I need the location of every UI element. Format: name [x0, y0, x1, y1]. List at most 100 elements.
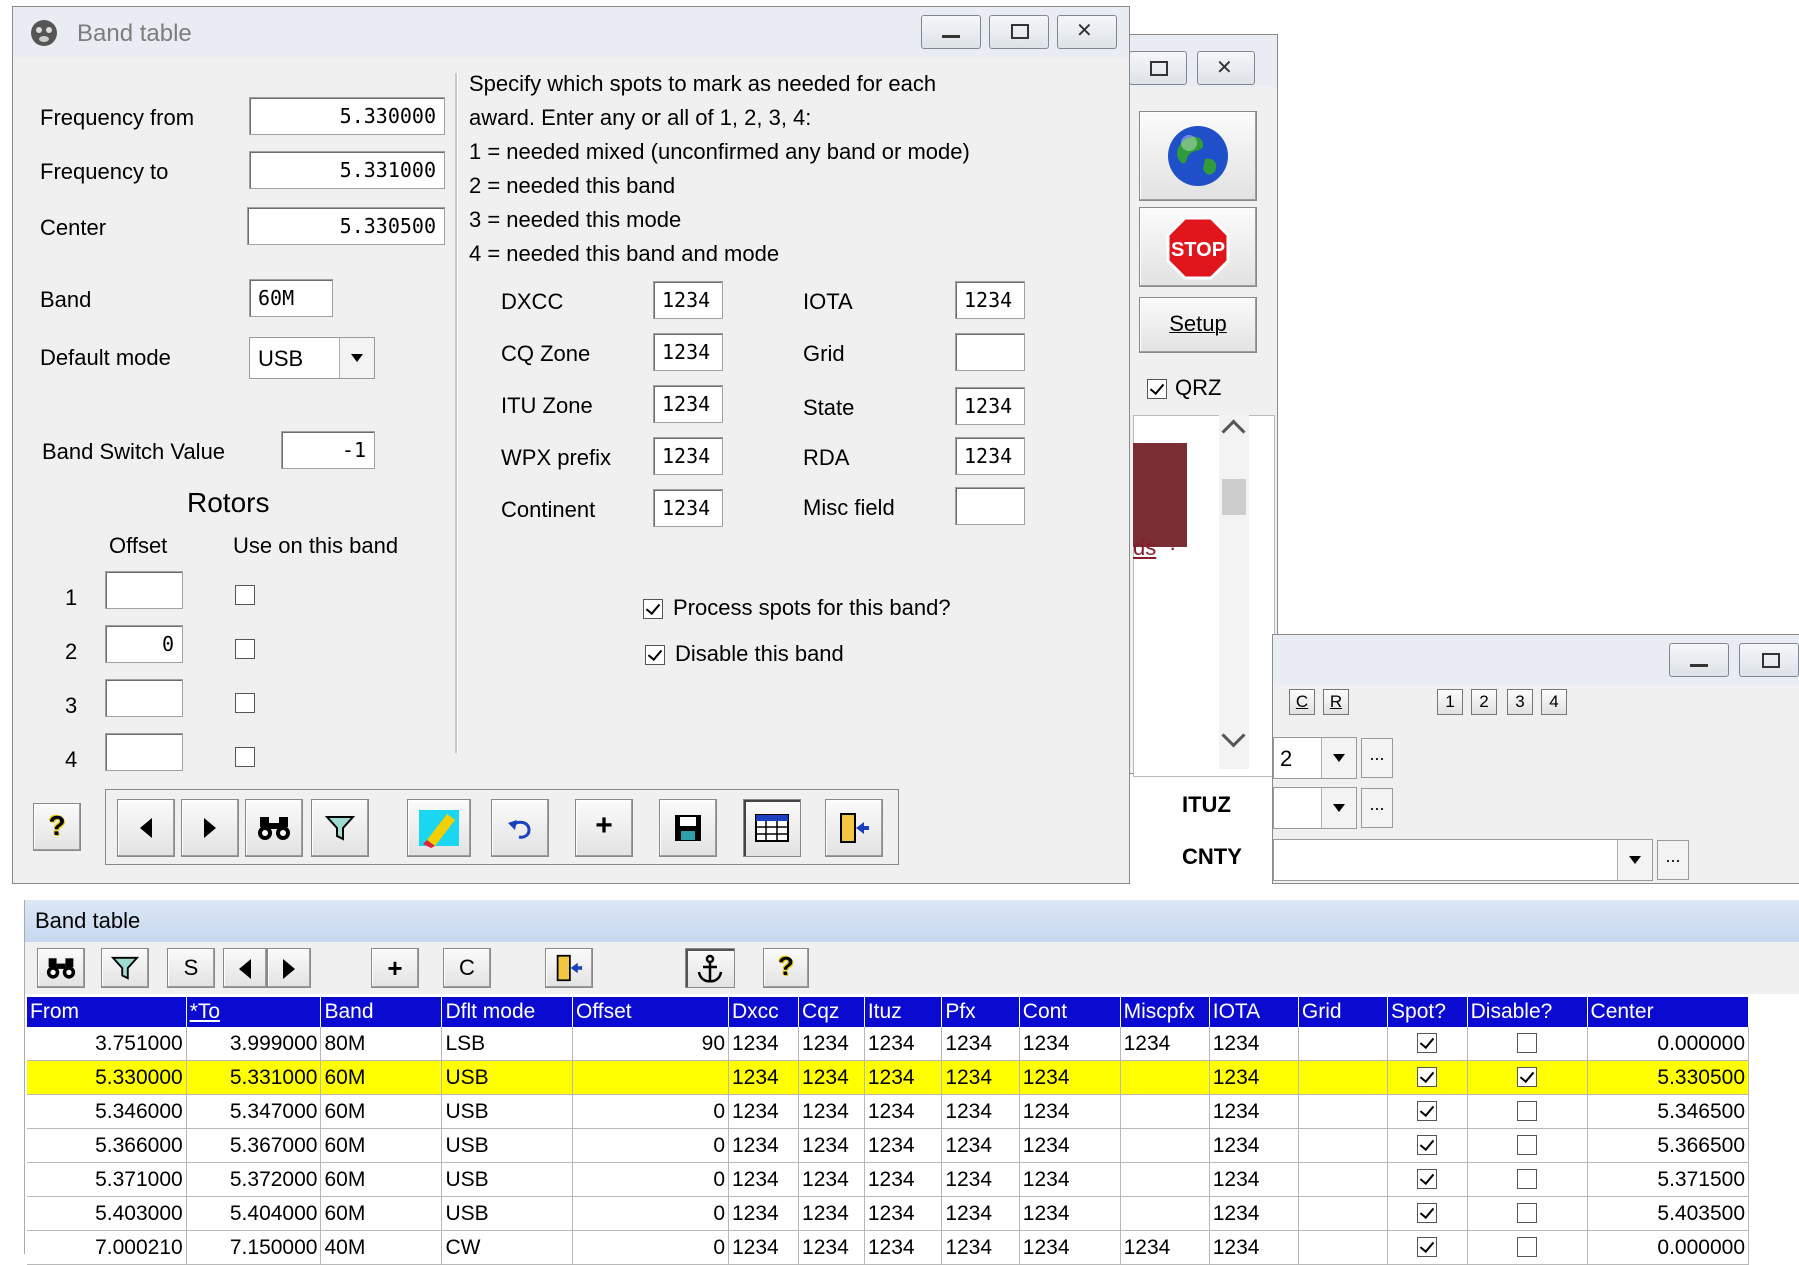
chevron-down-icon[interactable]: [1321, 788, 1356, 828]
next-record-button[interactable]: [181, 799, 239, 857]
scroll-down-icon[interactable]: [1221, 723, 1246, 748]
num-button-4[interactable]: 4: [1541, 689, 1567, 715]
exit-button[interactable]: [825, 799, 883, 857]
col-header-offset[interactable]: Offset: [572, 997, 730, 1027]
cell-to[interactable]: 5.367000: [186, 1128, 322, 1163]
table-row[interactable]: 5.366000 5.367000 60M USB 0 1234 1234 1234 1234 1…: [27, 1128, 1750, 1163]
cell-band[interactable]: 60M: [320, 1196, 443, 1231]
cell-cont[interactable]: 1234: [1019, 1196, 1121, 1231]
rotor-2-use-checkbox[interactable]: [235, 639, 255, 659]
default-mode-select[interactable]: USB: [249, 337, 375, 379]
rotor-2-offset[interactable]: 0: [105, 625, 183, 663]
rotor-3-use-checkbox[interactable]: [235, 693, 255, 713]
cell-to[interactable]: 5.372000: [186, 1162, 322, 1197]
cell-grid[interactable]: [1298, 1128, 1389, 1163]
spot-checkbox[interactable]: [1417, 1135, 1438, 1155]
grid-filter-button[interactable]: [101, 948, 149, 988]
cell-center[interactable]: 0.000000: [1587, 1027, 1750, 1061]
cell-mode[interactable]: LSB: [441, 1027, 573, 1061]
close-button[interactable]: ✕: [1197, 51, 1255, 85]
top-combo-dots-button[interactable]: ...: [1361, 738, 1393, 778]
help-button[interactable]: ?: [33, 803, 81, 851]
c-button[interactable]: C: [1289, 689, 1315, 715]
col-header-from[interactable]: From: [27, 997, 187, 1027]
top-combo[interactable]: 2: [1273, 737, 1357, 779]
cell-band[interactable]: 60M: [320, 1162, 443, 1197]
cell-mode[interactable]: USB: [441, 1094, 573, 1129]
cell-from[interactable]: 5.403000: [27, 1196, 187, 1231]
save-button[interactable]: [659, 799, 717, 857]
cell-pfx[interactable]: 1234: [941, 1230, 1020, 1265]
setup-button[interactable]: Setup: [1139, 297, 1257, 353]
cell-mode[interactable]: USB: [441, 1060, 573, 1095]
undo-button[interactable]: [491, 799, 549, 857]
cell-iota[interactable]: 1234: [1209, 1094, 1299, 1129]
cell-center[interactable]: 5.371500: [1587, 1162, 1750, 1197]
minimize-button[interactable]: [921, 15, 981, 49]
col-header-miscpfx[interactable]: Miscpfx: [1120, 997, 1210, 1027]
spot-checkbox[interactable]: [1417, 1203, 1438, 1223]
cell-center[interactable]: 5.366500: [1587, 1128, 1750, 1163]
cell-miscpfx[interactable]: [1120, 1094, 1210, 1129]
state-input[interactable]: 1234: [955, 387, 1025, 425]
cell-center[interactable]: 5.403500: [1587, 1196, 1750, 1231]
wpx-prefix-input[interactable]: 1234: [653, 437, 723, 475]
table-row[interactable]: 5.403000 5.404000 60M USB 0 1234 1234 1234 1234 1…: [27, 1196, 1750, 1231]
disable-checkbox[interactable]: [1517, 1033, 1538, 1053]
col-header-center[interactable]: Center: [1587, 997, 1750, 1027]
ituz-dots-button[interactable]: ...: [1361, 788, 1393, 828]
grid-input[interactable]: [955, 333, 1025, 371]
cell-cont[interactable]: 1234: [1019, 1230, 1121, 1265]
cell-from[interactable]: 5.371000: [27, 1162, 187, 1197]
cell-center[interactable]: 5.330500: [1587, 1060, 1750, 1095]
grid-prev-button[interactable]: [223, 948, 267, 988]
table-row[interactable]: 5.346000 5.347000 60M USB 0 1234 1234 1234 1234 1…: [27, 1094, 1750, 1129]
cell-offset[interactable]: 0: [572, 1094, 730, 1129]
num-button-1[interactable]: 1: [1437, 689, 1463, 715]
disable-checkbox[interactable]: [1517, 1169, 1538, 1189]
cell-cqz[interactable]: 1234: [798, 1230, 865, 1265]
chevron-down-icon[interactable]: [339, 338, 374, 378]
rotor-1-offset[interactable]: [105, 571, 183, 609]
cell-dxcc[interactable]: 1234: [728, 1094, 800, 1129]
grid-exit-button[interactable]: [545, 948, 593, 988]
cell-iota[interactable]: 1234: [1209, 1128, 1299, 1163]
cell-ituz[interactable]: 1234: [864, 1027, 943, 1061]
cell-miscpfx[interactable]: [1120, 1162, 1210, 1197]
col-header-iota[interactable]: IOTA: [1209, 997, 1299, 1027]
find-button[interactable]: [245, 799, 303, 857]
ituz-combo[interactable]: [1273, 787, 1357, 829]
cell-dxcc[interactable]: 1234: [728, 1027, 800, 1061]
col-header-dflt-mode[interactable]: Dflt mode: [441, 997, 573, 1027]
cell-pfx[interactable]: 1234: [941, 1162, 1020, 1197]
cell-band[interactable]: 60M: [320, 1094, 443, 1129]
grid-next-button[interactable]: [267, 948, 311, 988]
r-button[interactable]: R: [1323, 689, 1349, 715]
cell-cont[interactable]: 1234: [1019, 1027, 1121, 1061]
close-button[interactable]: ✕: [1057, 15, 1117, 49]
freq-to-input[interactable]: 5.331000: [249, 151, 445, 189]
cell-center[interactable]: 0.000000: [1587, 1230, 1750, 1265]
cell-from[interactable]: 5.330000: [27, 1060, 187, 1095]
lower-minimize-button[interactable]: [1669, 643, 1729, 677]
grid-help-button[interactable]: ?: [763, 948, 809, 988]
cell-to[interactable]: 5.347000: [186, 1094, 322, 1129]
cell-grid[interactable]: [1298, 1027, 1389, 1061]
cell-offset[interactable]: 0: [572, 1128, 730, 1163]
cell-to[interactable]: 5.331000: [186, 1060, 322, 1095]
cell-iota[interactable]: 1234: [1209, 1060, 1299, 1095]
add-record-button[interactable]: +: [575, 799, 633, 857]
cell-cqz[interactable]: 1234: [798, 1128, 865, 1163]
cell-from[interactable]: 5.346000: [27, 1094, 187, 1129]
cell-cqz[interactable]: 1234: [798, 1162, 865, 1197]
cell-offset[interactable]: [572, 1060, 730, 1095]
cell-pfx[interactable]: 1234: [941, 1196, 1020, 1231]
cell-mode[interactable]: CW: [441, 1230, 573, 1265]
disable-checkbox[interactable]: [1517, 1135, 1538, 1155]
cell-center[interactable]: 5.346500: [1587, 1094, 1750, 1129]
qrz-checkbox[interactable]: [1147, 379, 1167, 399]
cell-band[interactable]: 80M: [320, 1027, 443, 1061]
disable-checkbox[interactable]: [1517, 1067, 1538, 1087]
cell-cont[interactable]: 1234: [1019, 1094, 1121, 1129]
cell-dxcc[interactable]: 1234: [728, 1196, 800, 1231]
